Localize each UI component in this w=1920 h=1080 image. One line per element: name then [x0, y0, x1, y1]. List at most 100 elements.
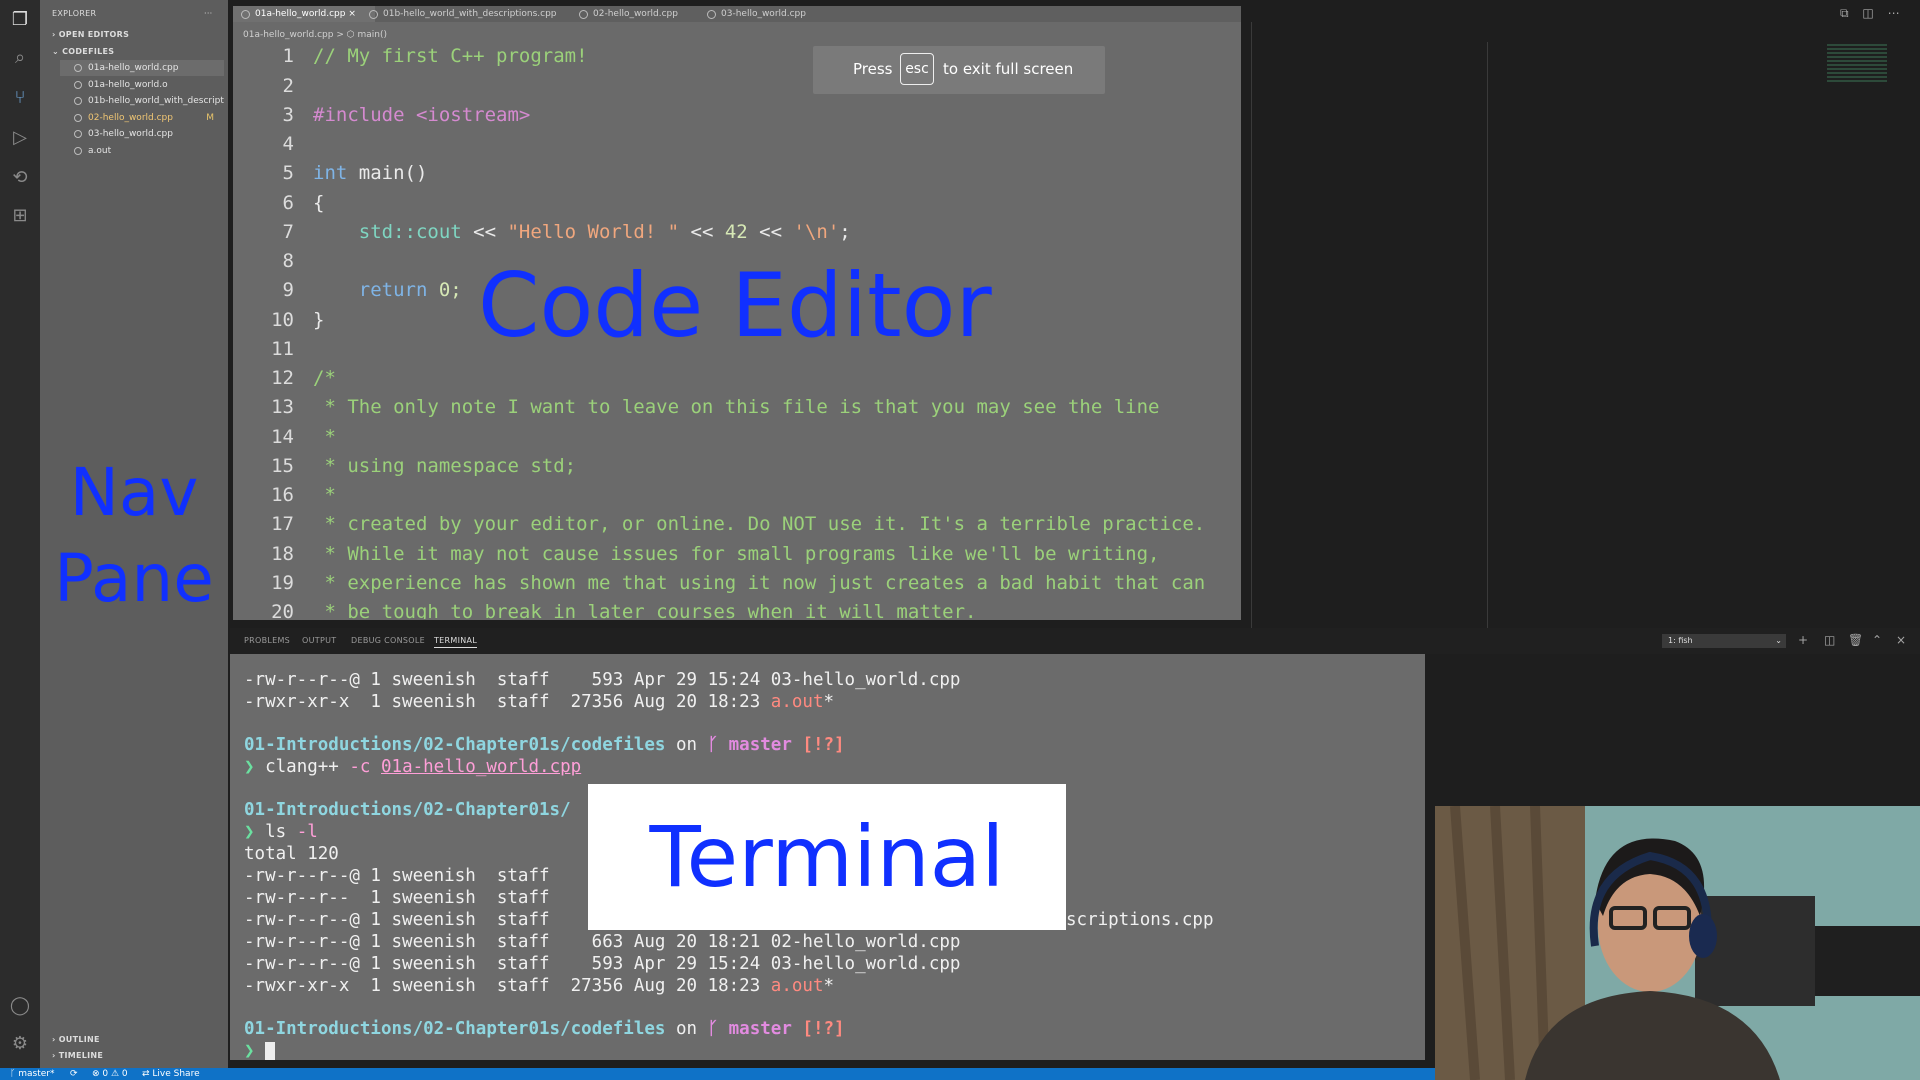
file-name: 01a-hello_world.cpp: [88, 63, 179, 73]
split-editor-icon[interactable]: ◫: [1862, 6, 1873, 20]
minimap[interactable]: [1827, 44, 1887, 84]
chevron-up-icon[interactable]: ⌃: [1872, 633, 1882, 647]
toast-press: Press: [853, 60, 893, 78]
terminal-line: scriptions.cpp: [1066, 910, 1214, 930]
status-liveshare-label: Live Share: [152, 1069, 200, 1079]
tab-terminal[interactable]: TERMINAL: [434, 636, 478, 648]
codefiles-folder[interactable]: ⌄ CODEFILES: [52, 47, 114, 56]
code-line: * created by your editor, or online. Do …: [313, 513, 1206, 535]
terminal-text: a.out: [770, 976, 824, 996]
file-name: a.out: [88, 146, 112, 156]
explorer-sidebar: EXPLORER ··· › OPEN EDITORS ⌄ CODEFILES …: [40, 0, 228, 1068]
close-panel-icon[interactable]: ×: [1896, 633, 1906, 647]
terminal-path: 01-Introductions/02-Chapter01s/codefiles: [244, 1019, 666, 1039]
tab-02-hello-world[interactable]: 02-hello_world.cpp: [571, 6, 678, 22]
git-branch-icon: ᚴ: [707, 735, 719, 755]
breadcrumb-symbol[interactable]: main(): [358, 30, 388, 40]
line-number: 13: [271, 396, 294, 418]
code-line: // My first C++ program!: [313, 45, 588, 67]
explorer-title: EXPLORER: [52, 9, 97, 18]
terminal-line: -rw-r--r--@ 1 sweenish staff: [244, 910, 550, 930]
code-token: main(): [347, 162, 428, 184]
tab-output[interactable]: OUTPUT: [302, 636, 336, 645]
new-terminal-icon[interactable]: +: [1798, 633, 1808, 647]
terminal-text: clang++: [254, 757, 339, 777]
terminal-prompt-line: 01-Introductions/02-Chapter01s/codefiles…: [244, 1019, 845, 1039]
editor-actions: ⧉ ◫ ⋯: [1840, 6, 1900, 21]
tab-problems[interactable]: PROBLEMS: [244, 636, 290, 645]
line-number: 11: [271, 338, 294, 360]
code-line: * be tough to break in later courses whe…: [313, 601, 977, 619]
terminal-prompt-line: 01-Introductions/02-Chapter01s/codefiles…: [244, 735, 845, 755]
file-name: 01b-hello_world_with_description...: [88, 96, 224, 106]
more-actions-icon[interactable]: ⋯: [1888, 6, 1900, 20]
explorer-more-icon[interactable]: ···: [204, 9, 213, 18]
remote-explorer-icon[interactable]: ⟲: [8, 166, 32, 190]
cpp-file-icon: [74, 63, 82, 72]
code-line: * While it may not cause issues for smal…: [313, 543, 1160, 565]
line-number: 17: [271, 513, 294, 535]
code-line: int main(): [313, 162, 427, 184]
file-item[interactable]: 01a-hello_world.o: [60, 77, 224, 93]
secondary-editor-area: [1241, 22, 1920, 628]
code-line: * The only note I want to leave on this …: [313, 396, 1160, 418]
open-editors-section[interactable]: › OPEN EDITORS: [52, 30, 129, 39]
terminal-path: 01-Introductions/02-Chapter01s/codefiles: [244, 735, 666, 755]
account-icon[interactable]: ◯: [8, 994, 32, 1018]
status-liveshare[interactable]: ⇄ Live Share: [142, 1068, 200, 1080]
breadcrumb-file[interactable]: 01a-hello_world.cpp: [243, 30, 333, 40]
settings-gear-icon[interactable]: ⚙: [8, 1032, 32, 1056]
file-item[interactable]: 01b-hello_world_with_description...: [60, 93, 224, 109]
terminal-line: -rwxr-xr-x 1 sweenish staff 27356 Aug 20…: [244, 692, 834, 712]
divider: [1251, 22, 1252, 628]
file-item[interactable]: 01a-hello_world.cpp: [60, 60, 224, 76]
timeline-section[interactable]: › TIMELINE: [52, 1051, 103, 1060]
status-branch-label: master*: [18, 1069, 55, 1079]
tab-label: 01a-hello_world.cpp: [255, 9, 346, 19]
code-token: int: [313, 162, 348, 184]
line-number: 20: [271, 601, 294, 623]
terminal-line: -rw-r--r--@ 1 sweenish staff: [244, 866, 550, 886]
sync-icon[interactable]: ⟳: [70, 1068, 78, 1080]
tab-label: 02-hello_world.cpp: [593, 9, 678, 19]
file-item[interactable]: 03-hello_world.cpp: [60, 126, 224, 142]
code-token: ;: [839, 221, 851, 243]
terminal-command-line: ❯ ls -l: [244, 822, 318, 842]
code-line: std::cout << "Hello World! " << 42 << '\…: [313, 221, 851, 243]
line-number: 1: [282, 45, 294, 67]
explorer-icon[interactable]: ❐: [8, 8, 32, 32]
split-terminal-icon[interactable]: ◫: [1824, 633, 1835, 647]
status-bar: ᚴ master* ⟳ ⊗ 0 ⚠ 0 ⇄ Live Share: [0, 1068, 1435, 1080]
code-line: /*: [313, 367, 336, 389]
terminal-text: *: [823, 692, 835, 712]
tab-01a-hello-world[interactable]: 01a-hello_world.cpp ×: [233, 6, 375, 22]
line-number: 7: [282, 221, 294, 243]
trash-icon[interactable]: 🗑: [1848, 633, 1863, 647]
file-item[interactable]: 02-hello_world.cpp M: [60, 110, 224, 126]
status-branch[interactable]: ᚴ master*: [10, 1068, 55, 1080]
cpp-file-icon: [74, 113, 82, 122]
terminal-text: on: [665, 1019, 708, 1039]
tab-01b-hello-world[interactable]: 01b-hello_world_with_descriptions.cpp: [361, 6, 557, 22]
nav-pane-annotation: Nav Pane: [40, 450, 228, 622]
file-item[interactable]: a.out: [60, 143, 224, 159]
cpp-file-icon: [241, 10, 250, 19]
line-number: 14: [271, 426, 294, 448]
git-status: [!?]: [802, 735, 845, 755]
status-problems[interactable]: ⊗ 0 ⚠ 0: [92, 1068, 128, 1080]
outline-section[interactable]: › OUTLINE: [52, 1035, 100, 1044]
close-icon[interactable]: ×: [348, 9, 356, 19]
tab-03-hello-world[interactable]: 03-hello_world.cpp: [699, 6, 806, 22]
prompt-icon: ❯: [244, 1041, 255, 1061]
tab-debug-console[interactable]: DEBUG CONSOLE: [351, 636, 425, 645]
terminal-shell-select[interactable]: 1: fish ⌄: [1662, 634, 1786, 648]
run-debug-icon[interactable]: ▷: [8, 126, 32, 150]
extensions-icon[interactable]: ⊞: [8, 204, 32, 228]
search-icon[interactable]: ⌕: [8, 46, 32, 70]
codefiles-folder-label: CODEFILES: [62, 47, 115, 56]
modified-badge: M: [206, 113, 214, 123]
terminal-input-line[interactable]: ❯: [244, 1041, 276, 1061]
terminal-text: -l: [286, 822, 318, 842]
open-changes-icon[interactable]: ⧉: [1840, 6, 1849, 20]
source-control-icon[interactable]: ⑂: [8, 86, 32, 110]
